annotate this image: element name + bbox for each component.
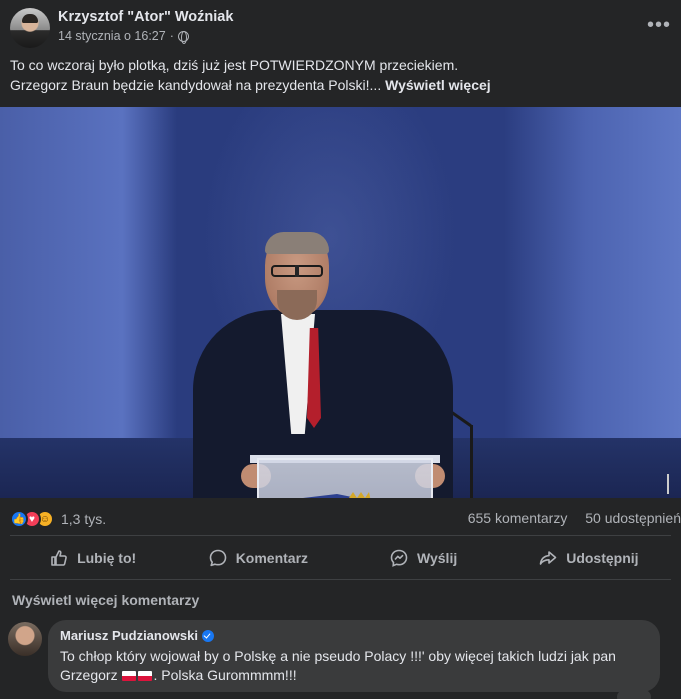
author-avatar[interactable] [10,8,50,48]
comment-button[interactable]: Komentarz [175,540,340,576]
facebook-post: Krzysztof "Ator" Woźniak 14 stycznia o 1… [0,0,681,699]
like-label: Lubię to! [77,550,137,566]
eagle-logo [303,492,371,498]
speaker-glasses [271,265,323,277]
shares-count[interactable]: 50 udostępnień [585,510,681,526]
thumbs-up-icon [51,550,67,566]
post-text-line-1: To co wczoraj było plotką, dziś już jest… [10,57,459,73]
show-more-comments-link[interactable]: Wyświetl więcej komentarzy [12,592,199,608]
like-button[interactable]: Lubię to! [10,540,175,576]
commenter-name[interactable]: Mariusz Pudzianowski [60,628,198,643]
meta-separator: · [169,29,174,43]
author-name[interactable]: Krzysztof "Ator" Woźniak [58,9,233,25]
divider-bottom [10,579,671,580]
post-actions: Lubię to! Komentarz Wyślij Udostępnij [10,540,671,576]
comment-icon [209,549,226,567]
engagement-counts: 655 komentarzy 50 udostępnień [454,510,681,526]
post-text-line-2-body: Grzegorz Braun będzie kandydował na prez… [10,77,382,93]
messenger-icon [390,549,408,567]
more-options-icon[interactable]: ••• [647,14,671,37]
comments-count[interactable]: 655 komentarzy [468,510,568,526]
comment-label: Komentarz [235,550,309,566]
comment-text-part-2: . Polska Gurommmm!!! [153,667,297,683]
divider-top [10,535,671,536]
comment-bubble: Mariusz Pudzianowski To chłop który wojo… [48,620,660,692]
poland-flag-icon [138,671,153,681]
like-reaction-icon: 👍 [10,510,28,528]
post-meta: 14 stycznia o 16:27 · [58,29,189,44]
microphone-stand-right [470,425,473,498]
speaker-hair [265,232,329,254]
video-corner-mark [667,474,677,494]
post-header: Krzysztof "Ator" Woźniak 14 stycznia o 1… [10,8,671,48]
globe-icon [177,30,189,44]
reactions-summary[interactable]: 👍 ♥ ☺ 1,3 tys. [10,508,106,530]
post-text: To co wczoraj było plotką, dziś już jest… [10,55,670,95]
poland-flag-icon [122,671,137,681]
commenter-name-row: Mariusz Pudzianowski [60,628,648,643]
verified-badge-icon [201,629,214,642]
see-more-link[interactable]: Wyświetl więcej [385,77,491,93]
share-label: Udostępnij [566,550,639,566]
share-button[interactable]: Udostępnij [506,540,671,576]
send-button[interactable]: Wyślij [341,540,506,576]
commenter-avatar[interactable] [8,622,42,656]
post-text-line-2: Grzegorz Braun będzie kandydował na prez… [10,75,670,95]
comment-text: To chłop który wojował by o Polskę a nie… [60,647,648,685]
reactions-count[interactable]: 1,3 tys. [61,511,106,527]
comment-reactions-badge[interactable] [617,690,651,699]
post-video[interactable] [0,107,681,498]
post-timestamp[interactable]: 14 stycznia o 16:27 [58,29,166,43]
send-label: Wyślij [417,550,458,566]
share-icon [539,551,557,565]
